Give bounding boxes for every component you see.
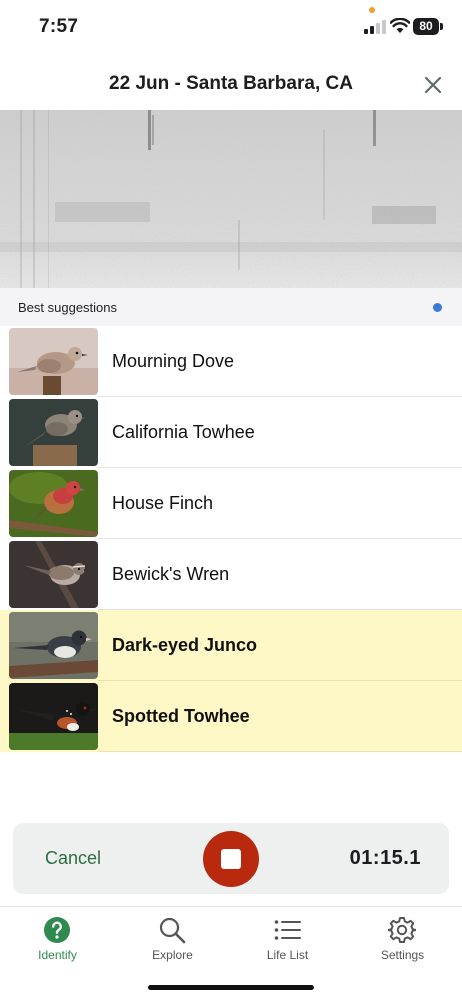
list-item[interactable]: House Finch [0,468,462,539]
recording-timer: 01:15.1 [349,847,421,869]
tab-life-list[interactable]: Life List [230,907,345,977]
spotted-towhee-photo [9,683,98,750]
suggestions-label: Best suggestions [18,300,118,315]
tab-label: Explore [152,948,193,962]
close-icon[interactable] [420,72,446,98]
bird-name: Bewick's Wren [112,564,230,584]
bird-name: Dark-eyed Junco [112,635,258,655]
tab-label: Identify [38,948,77,962]
status-dot [433,303,442,312]
tab-label: Settings [380,948,425,962]
california-towhee-photo [9,399,98,466]
question-circle-icon [44,917,70,943]
tab-explore[interactable]: Explore [115,907,230,977]
suggestion-list: Mourning Dove California Towhee House Fi… [0,326,462,752]
gear-icon [388,917,416,943]
cancel-button[interactable]: Cancel [45,848,101,869]
list-item[interactable]: Spotted Towhee [0,681,462,752]
list-item[interactable]: Mourning Dove [0,326,462,397]
spectrogram [0,110,462,288]
bewicks-wren-photo [9,541,98,608]
list-icon [274,920,301,940]
status-bar: 7:57 80 [0,0,462,56]
list-item[interactable]: Dark-eyed Junco [0,610,462,681]
row-divider [98,751,462,752]
recorder-bar: Cancel 01:15.1 [13,823,449,894]
tab-label: Life List [266,948,309,962]
bird-name: California Towhee [112,422,255,442]
bird-name: House Finch [112,493,214,513]
stop-recording-button[interactable] [203,831,259,887]
dark-eyed-junco-photo [9,612,98,679]
stop-icon [221,849,241,869]
list-item[interactable]: California Towhee [0,397,462,468]
home-indicator [148,985,314,990]
cellular-signal-icon [364,20,386,34]
battery-tip [440,23,443,30]
house-finch-photo [9,470,98,537]
suggestions-header: Best suggestions [0,288,462,326]
bird-name: Mourning Dove [112,351,235,371]
bird-name: Spotted Towhee [112,706,250,726]
recording-header: 22 Jun - Santa Barbara, CA [0,56,462,110]
battery-level: 80 [413,18,439,35]
mourning-dove-photo [9,328,98,395]
tab-settings[interactable]: Settings [345,907,460,977]
search-icon [159,917,186,944]
status-time: 7:57 [39,16,79,37]
list-item[interactable]: Bewick's Wren [0,539,462,610]
tab-identify[interactable]: Identify [0,907,115,977]
privacy-indicator-dot [369,7,375,13]
page-title: 22 Jun - Santa Barbara, CA [109,73,353,94]
wifi-icon [390,18,410,33]
